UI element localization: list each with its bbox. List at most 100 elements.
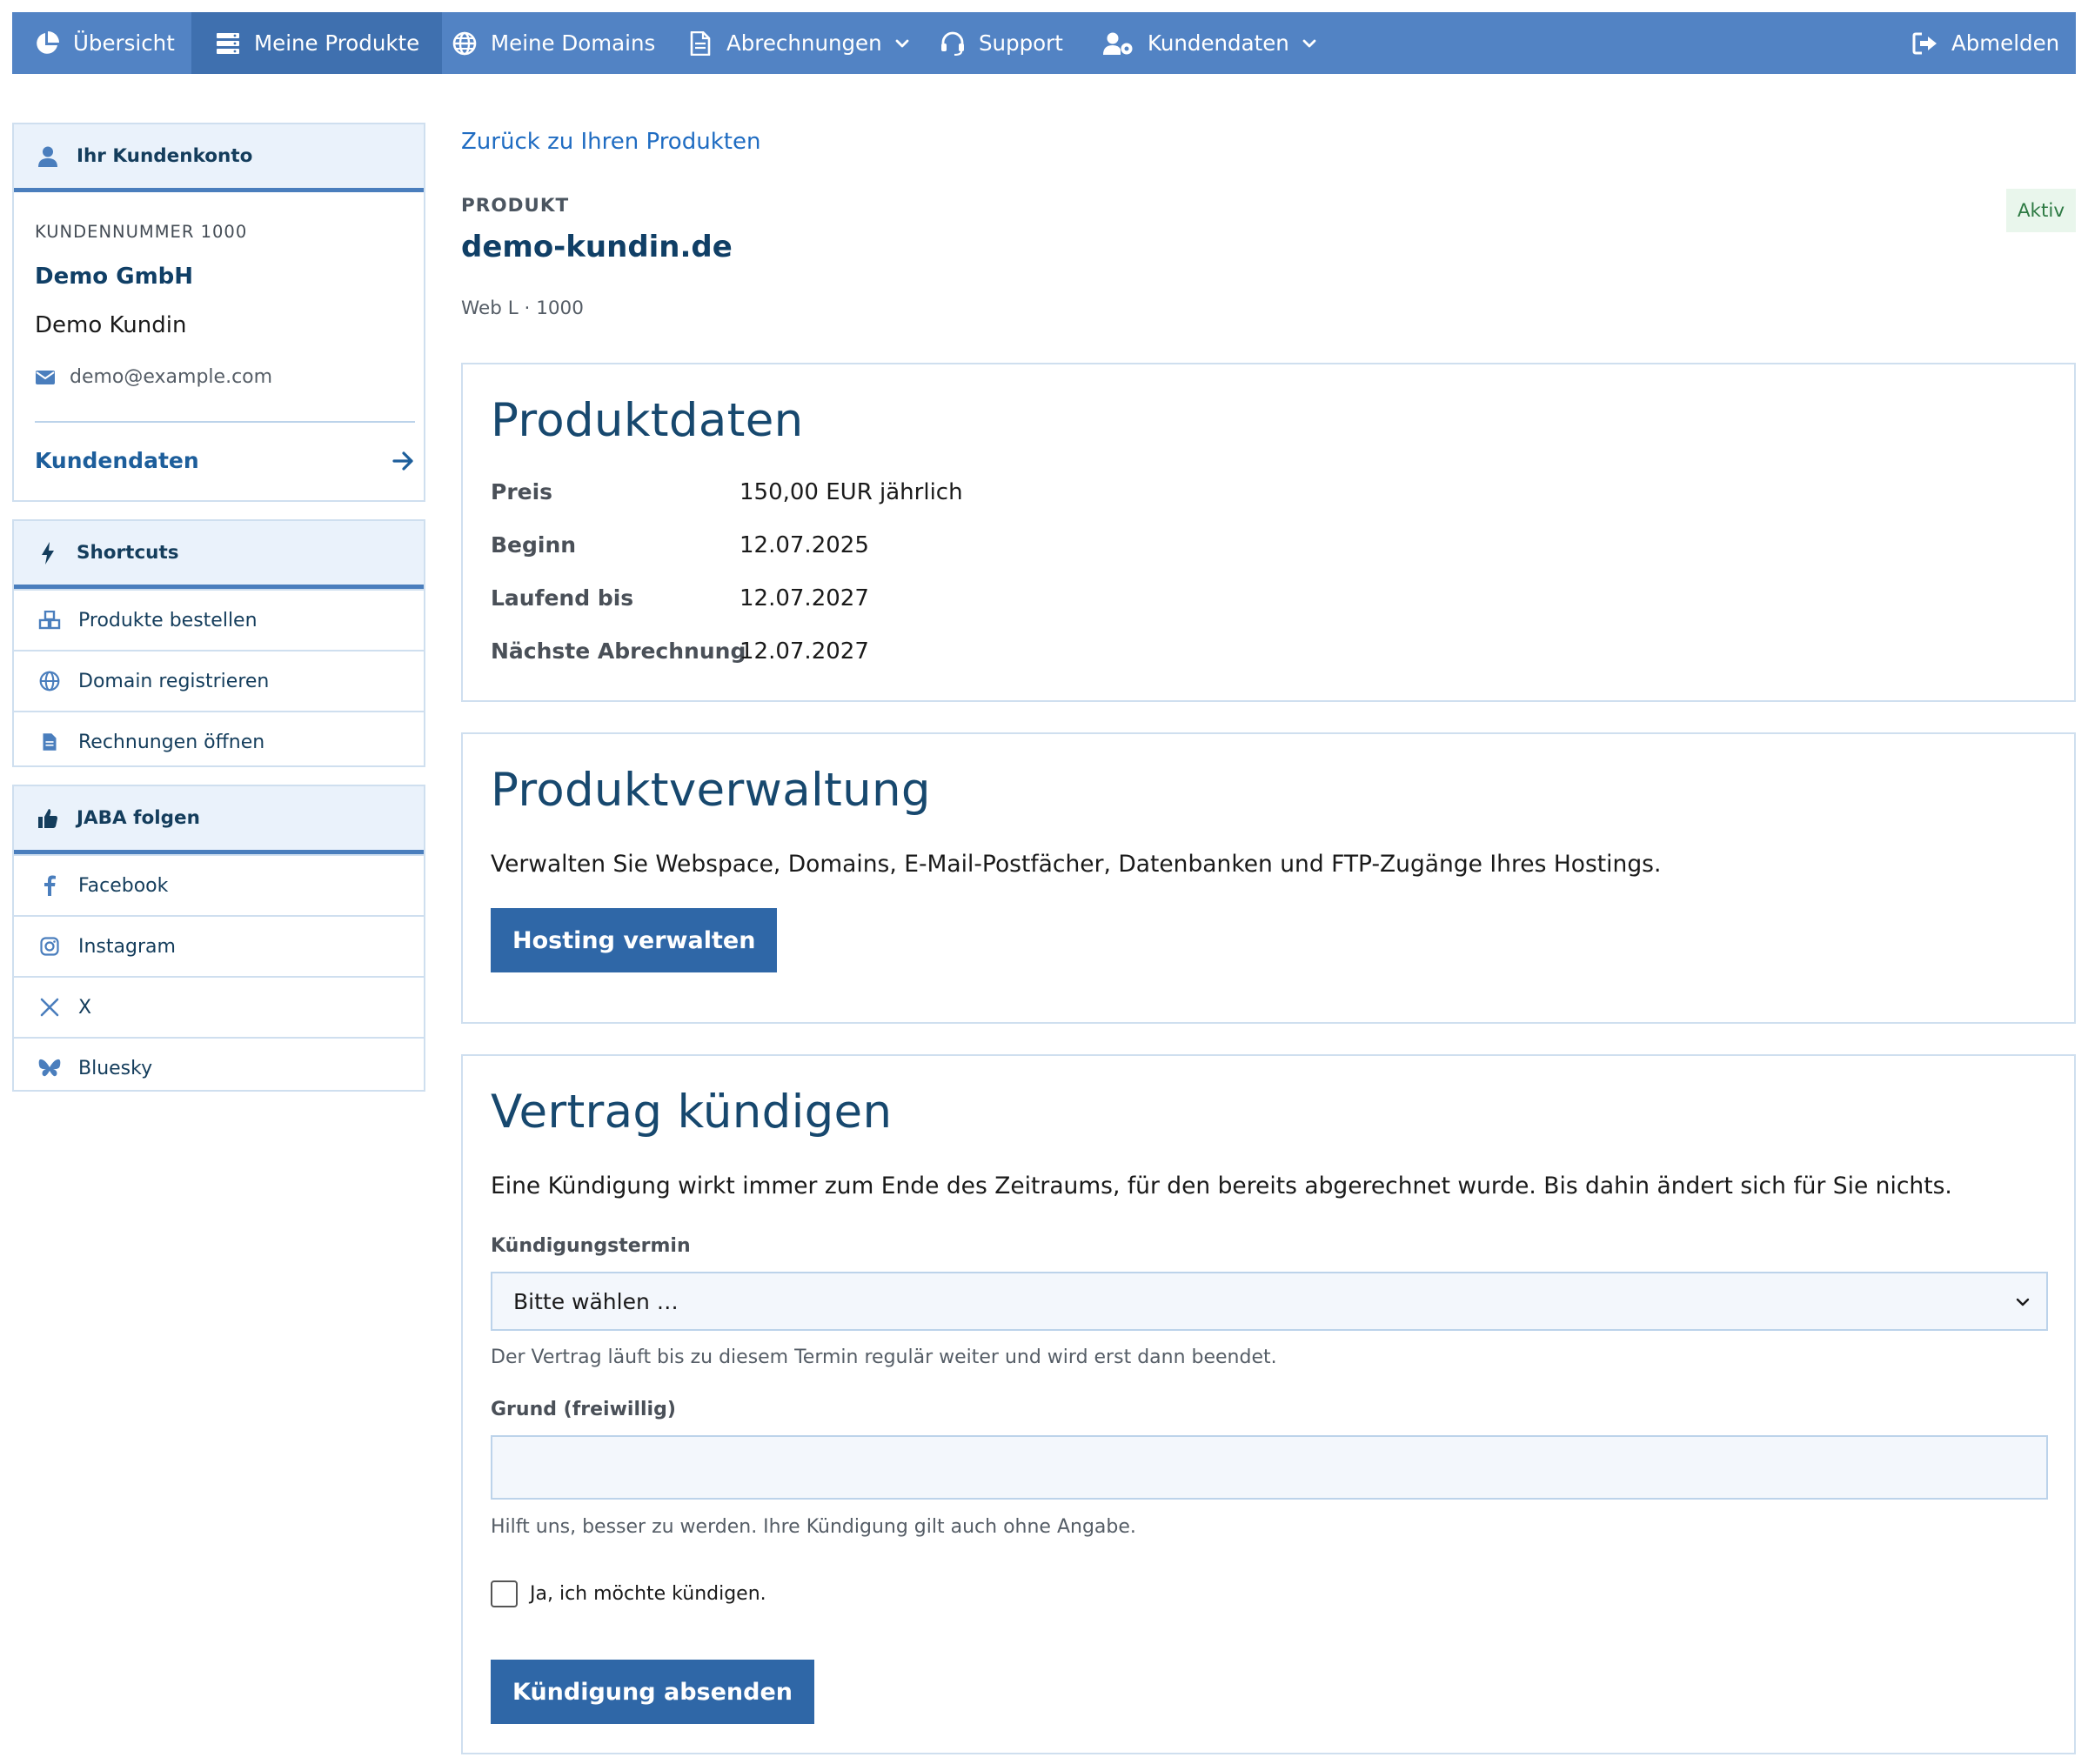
cancel-date-select[interactable]: Bitte wählen … <box>491 1272 2048 1331</box>
nav-item-uebersicht[interactable]: Übersicht <box>12 12 191 74</box>
reason-label: Grund (freiwillig) <box>491 1399 676 1420</box>
bolt-icon <box>37 541 59 565</box>
cancel-date-hint: Der Vertrag läuft bis zu diesem Termin r… <box>491 1346 1277 1368</box>
nav-item-label: Kundendaten <box>1148 30 1289 56</box>
chevron-down-icon <box>895 39 909 47</box>
nav-item-meine-domains[interactable]: Meine Domains <box>452 12 673 74</box>
facebook-icon <box>38 874 61 897</box>
cancel-date-selected: Bitte wählen … <box>513 1288 679 1314</box>
page-title: demo-kundin.de <box>461 230 733 264</box>
product-label: PRODUKT <box>461 195 570 217</box>
product-management-panel: Produktverwaltung Verwalten Sie Webspace… <box>461 732 2076 1024</box>
kundendaten-link-label: Kundendaten <box>35 448 199 473</box>
follow-instagram[interactable]: Instagram <box>14 915 424 976</box>
nav-item-meine-produkte[interactable]: Meine Produkte <box>191 12 442 74</box>
divider <box>35 421 415 423</box>
start-label: Beginn <box>491 532 577 558</box>
cancel-contract-title: Vertrag kündigen <box>491 1086 893 1139</box>
chevron-down-icon <box>1302 39 1316 47</box>
shortcuts-heading: Shortcuts <box>77 542 179 564</box>
confirm-cancel-checkbox[interactable]: Ja, ich möchte kündigen. <box>491 1580 766 1607</box>
follow-header: JABA folgen <box>14 786 424 854</box>
next-billing-value: 12.07.2027 <box>740 638 869 665</box>
globe-icon <box>38 670 61 692</box>
nav-item-label: Meine Domains <box>491 30 656 56</box>
follow-bluesky[interactable]: Bluesky <box>14 1037 424 1098</box>
nav-item-label: Support <box>979 30 1063 56</box>
chevron-down-icon <box>2016 1298 2030 1306</box>
arrow-right-icon <box>392 451 413 471</box>
nav-item-kundendaten[interactable]: Kundendaten <box>1103 12 1329 74</box>
price-value: 150,00 EUR jährlich <box>740 479 963 505</box>
logout-label: Abmelden <box>1951 30 2060 56</box>
nav-item-label: Meine Produkte <box>254 30 420 56</box>
server-icon <box>215 30 241 57</box>
follow-heading: JABA folgen <box>77 807 200 829</box>
account-card-header: Ihr Kundenkonto <box>14 124 424 192</box>
sign-out-icon <box>1912 30 1938 57</box>
user-gear-icon <box>1103 30 1134 57</box>
nav-item-label: Übersicht <box>73 30 175 56</box>
kundendaten-link[interactable]: Kundendaten <box>35 448 415 473</box>
follow-label: Instagram <box>78 935 176 958</box>
checkbox-box[interactable] <box>491 1580 518 1607</box>
shortcuts-card: Shortcuts Produkte bestellen Domain regi… <box>12 519 425 767</box>
chart-pie-icon <box>34 30 60 57</box>
product-management-text: Verwalten Sie Webspace, Domains, E-Mail-… <box>491 851 1662 878</box>
manage-hosting-button[interactable]: Hosting verwalten <box>491 908 778 972</box>
shortcut-domain-registrieren[interactable]: Domain registrieren <box>14 650 424 711</box>
back-to-products-link[interactable]: Zurück zu Ihren Produkten <box>461 129 760 155</box>
product-subtitle: Web L · 1000 <box>461 297 584 319</box>
customer-email: demo@example.com <box>35 366 272 388</box>
shortcut-label: Rechnungen öffnen <box>78 731 265 753</box>
company-name: Demo GmbH <box>35 264 194 290</box>
account-card-heading: Ihr Kundenkonto <box>77 145 253 167</box>
nav-item-label: Abrechnungen <box>726 30 882 56</box>
reason-hint: Hilft uns, besser zu werden. Ihre Kündig… <box>491 1516 1136 1538</box>
product-data-panel: Produktdaten Preis 150,00 EUR jährlich B… <box>461 363 2076 702</box>
nav-item-abrechnungen[interactable]: Abrechnungen <box>687 12 915 74</box>
shortcut-label: Domain registrieren <box>78 670 270 692</box>
shortcuts-header: Shortcuts <box>14 521 424 589</box>
shortcut-rechnungen-oeffnen[interactable]: Rechnungen öffnen <box>14 711 424 772</box>
top-navigation: Übersicht Meine Produkte Meine Domains A… <box>12 12 2076 74</box>
start-value: 12.07.2025 <box>740 532 869 558</box>
running-until-value: 12.07.2027 <box>740 585 869 611</box>
confirm-cancel-label: Ja, ich möchte kündigen. <box>530 1583 766 1605</box>
account-card: Ihr Kundenkonto KUNDENNUMMER 1000 Demo G… <box>12 123 425 502</box>
x-icon <box>38 996 61 1019</box>
bluesky-icon <box>38 1057 61 1079</box>
follow-facebook[interactable]: Facebook <box>14 854 424 915</box>
cubes-icon <box>38 609 61 631</box>
shortcut-label: Produkte bestellen <box>78 609 258 631</box>
price-label: Preis <box>491 479 553 504</box>
reason-input[interactable] <box>491 1435 2048 1500</box>
instagram-icon <box>38 935 61 958</box>
shortcut-produkte-bestellen[interactable]: Produkte bestellen <box>14 589 424 650</box>
user-icon <box>37 145 59 168</box>
running-until-label: Laufend bis <box>491 585 634 611</box>
product-management-title: Produktverwaltung <box>491 764 931 817</box>
product-data-title: Produktdaten <box>491 394 804 447</box>
document-icon <box>38 731 61 753</box>
cancel-contract-text: Eine Kündigung wirkt immer zum Ende des … <box>491 1173 1952 1199</box>
customer-number: KUNDENNUMMER 1000 <box>35 222 248 242</box>
customer-name: Demo Kundin <box>35 312 187 338</box>
follow-label: X <box>78 996 92 1019</box>
submit-cancellation-button[interactable]: Kündigung absenden <box>491 1660 814 1724</box>
document-icon <box>687 30 713 57</box>
customer-email-text: demo@example.com <box>70 366 273 388</box>
follow-card: JABA folgen Facebook Instagram X Bluesky <box>12 785 425 1092</box>
follow-label: Facebook <box>78 874 169 897</box>
headset-icon <box>940 30 966 57</box>
cancel-date-label: Kündigungstermin <box>491 1235 691 1257</box>
status-badge: Aktiv <box>2006 189 2076 232</box>
next-billing-label: Nächste Abrechnung <box>491 638 746 664</box>
logout-button[interactable]: Abmelden <box>1912 12 2076 74</box>
globe-icon <box>452 30 478 57</box>
envelope-icon <box>36 370 55 384</box>
cancel-contract-panel: Vertrag kündigen Eine Kündigung wirkt im… <box>461 1054 2076 1754</box>
follow-label: Bluesky <box>78 1057 153 1079</box>
nav-item-support[interactable]: Support <box>940 12 1088 74</box>
follow-x[interactable]: X <box>14 976 424 1037</box>
